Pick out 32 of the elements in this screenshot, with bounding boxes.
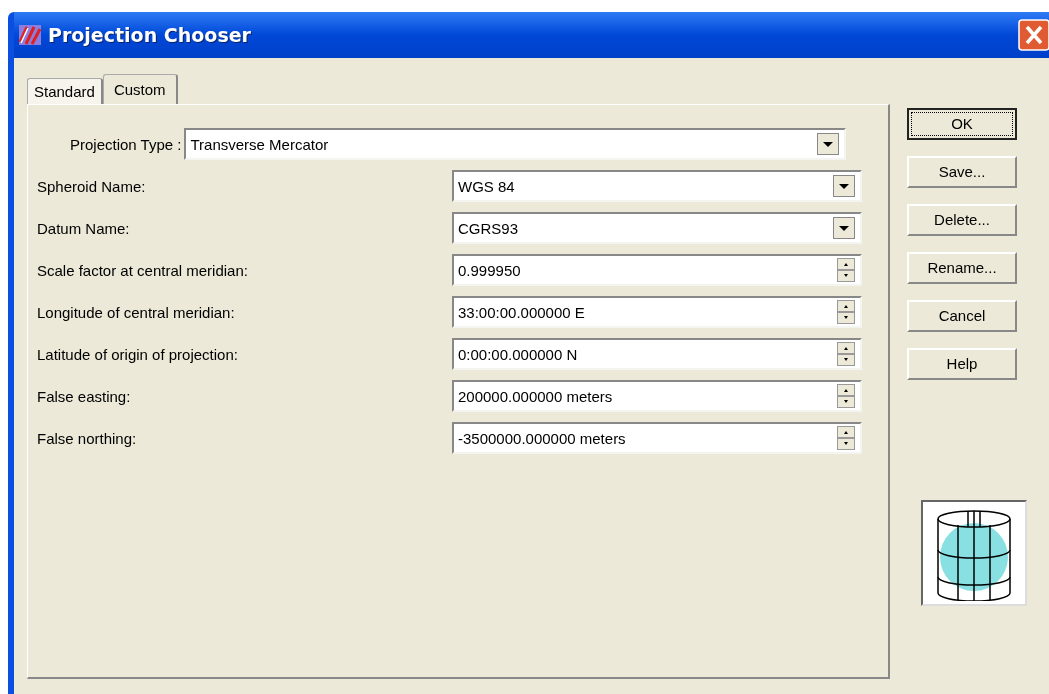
- dialog-button[interactable]: Rename...: [907, 252, 1017, 284]
- dropdown-field[interactable]: Transverse Mercator: [184, 128, 847, 160]
- field-label: False easting:: [37, 387, 132, 405]
- app-icon: [18, 24, 42, 46]
- field-label: Latitude of origin of projection:: [37, 345, 239, 363]
- spinner-field[interactable]: -3500000.000000 meters: [452, 422, 862, 454]
- tab[interactable]: Custom: [102, 74, 178, 104]
- spinner-arrows-icon[interactable]: [837, 384, 855, 408]
- spinner-arrows-icon[interactable]: [837, 258, 855, 282]
- dialog-button[interactable]: Cancel: [907, 300, 1017, 332]
- field-label: False northing:: [37, 429, 138, 447]
- field-label: Projection Type :: [70, 135, 182, 153]
- spinner-arrows-icon[interactable]: [837, 426, 855, 450]
- field-label: Scale factor at central meridian:: [37, 261, 249, 279]
- window-title: Projection Chooser: [48, 24, 251, 46]
- dialog-button[interactable]: Save...: [907, 156, 1017, 188]
- field-label: Longitude of central meridian:: [37, 303, 236, 321]
- spinner-field[interactable]: 33:00:00.000000 E: [452, 296, 862, 328]
- field-label: Datum Name:: [37, 219, 131, 237]
- dialog-button[interactable]: Help: [907, 348, 1017, 380]
- dropdown-field[interactable]: CGRS93: [452, 212, 862, 244]
- spinner-arrows-icon[interactable]: [837, 342, 855, 366]
- dialog-button[interactable]: Delete...: [907, 204, 1017, 236]
- spinner-field[interactable]: 0.999950: [452, 254, 862, 286]
- spinner-field[interactable]: 200000.000000 meters: [452, 380, 862, 412]
- spinner-arrows-icon[interactable]: [837, 300, 855, 324]
- spinner-field[interactable]: 0:00:00.000000 N: [452, 338, 862, 370]
- tab[interactable]: Standard: [27, 78, 103, 104]
- dropdown-field[interactable]: WGS 84: [452, 170, 862, 202]
- dialog-button[interactable]: OK: [907, 108, 1017, 140]
- close-icon[interactable]: [1018, 19, 1049, 51]
- field-label: Spheroid Name:: [37, 177, 147, 195]
